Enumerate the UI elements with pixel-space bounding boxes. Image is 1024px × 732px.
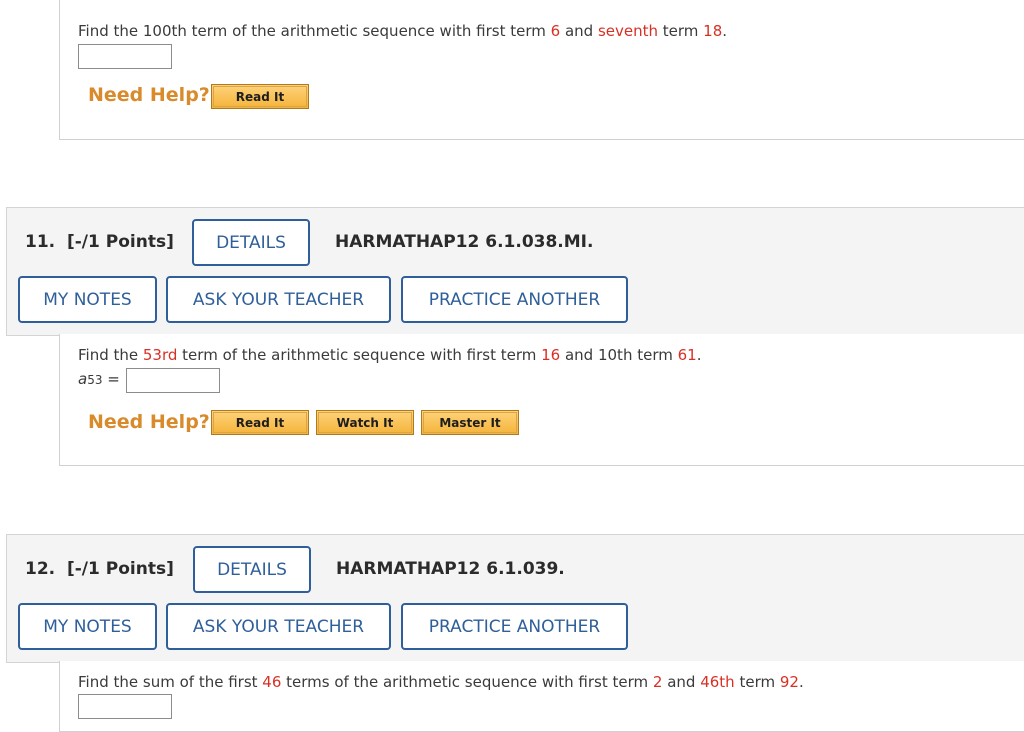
- q12-text-part: Find the sum of the first: [78, 673, 263, 691]
- q12-answer-input[interactable]: [78, 694, 172, 719]
- q12-problem-code: HARMATHAP12 6.1.039.: [336, 559, 565, 579]
- q12-details-button[interactable]: DETAILS: [193, 546, 311, 593]
- q11-answer-label: a53 =: [78, 370, 120, 388]
- q12-practice-another-button[interactable]: PRACTICE ANOTHER: [401, 603, 628, 650]
- q11-ask-teacher-button[interactable]: ASK YOUR TEACHER: [166, 276, 391, 323]
- q11-text-part: term of the arithmetic sequence with fir…: [177, 346, 542, 364]
- q12-46th-word: 46th: [700, 673, 735, 691]
- question-10-text: Find the 100th term of the arithmetic se…: [78, 22, 727, 40]
- q12-points-label: [-/1 Points]: [66, 559, 174, 579]
- q10-text-part: Find the 100th term of the arithmetic se…: [78, 22, 551, 40]
- q11-read-it-button[interactable]: Read It: [211, 410, 309, 435]
- q12-number: 12. [-/1 Points]: [25, 559, 174, 579]
- q11-answer-sub: 53: [87, 373, 103, 387]
- q11-answer-eq: =: [107, 370, 120, 388]
- q12-my-notes-button[interactable]: MY NOTES: [18, 603, 157, 650]
- q11-answer-input[interactable]: [126, 368, 220, 393]
- q12-number-label: 12.: [25, 559, 56, 579]
- q11-answer-var: a: [78, 370, 88, 388]
- q11-watch-it-button[interactable]: Watch It: [316, 410, 414, 435]
- question-10-body: [59, 0, 1024, 140]
- q10-text-part: and: [560, 22, 598, 40]
- q11-number: 11. [-/1 Points]: [25, 232, 174, 252]
- q12-text-part: and: [662, 673, 701, 691]
- q12-ask-teacher-button[interactable]: ASK YOUR TEACHER: [166, 603, 391, 650]
- question-12-body: [59, 661, 1024, 732]
- q10-read-it-button[interactable]: Read It: [211, 84, 309, 109]
- q12-term-count: 46: [262, 673, 282, 691]
- q11-tenth-term-value: 61: [677, 346, 697, 364]
- q11-points-label: [-/1 Points]: [66, 232, 174, 252]
- q12-last-term-value: 92: [779, 673, 799, 691]
- q12-text-part: term: [734, 673, 780, 691]
- q11-my-notes-button[interactable]: MY NOTES: [18, 276, 157, 323]
- q11-practice-another-button[interactable]: PRACTICE ANOTHER: [401, 276, 628, 323]
- question-11-text: Find the 53rd term of the arithmetic seq…: [78, 346, 702, 364]
- q10-seventh-word: seventh: [597, 22, 658, 40]
- q11-number-label: 11.: [25, 232, 56, 252]
- q11-text-part: .: [696, 346, 702, 364]
- q11-first-term: 16: [541, 346, 561, 364]
- q10-answer-input[interactable]: [78, 44, 172, 69]
- question-12-text: Find the sum of the first 46 terms of th…: [78, 673, 804, 691]
- q11-master-it-button[interactable]: Master It: [421, 410, 519, 435]
- q11-problem-code: HARMATHAP12 6.1.038.MI.: [335, 232, 594, 252]
- q12-text-part: .: [798, 673, 804, 691]
- q10-first-term: 6: [550, 22, 561, 40]
- q10-text-part: term: [657, 22, 704, 40]
- q10-seventh-term-value: 18: [703, 22, 723, 40]
- q12-text-part: terms of the arithmetic sequence with fi…: [281, 673, 653, 691]
- q11-need-help-label: Need Help?: [88, 411, 210, 433]
- q11-text-part: Find the: [78, 346, 143, 364]
- q10-need-help-label: Need Help?: [88, 84, 210, 106]
- q11-text-part: and 10th term: [560, 346, 678, 364]
- q11-details-button[interactable]: DETAILS: [192, 219, 310, 266]
- q11-target-term: 53rd: [142, 346, 178, 364]
- q10-text-part: .: [722, 22, 728, 40]
